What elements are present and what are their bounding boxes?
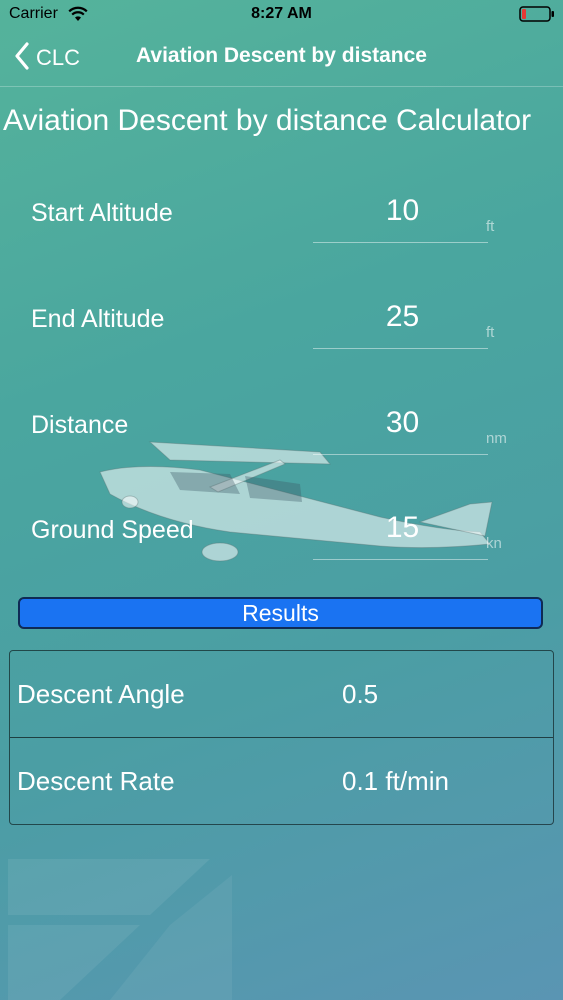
start-altitude-unit: ft xyxy=(486,218,495,235)
distance-input[interactable] xyxy=(313,405,492,441)
descent-angle-value: 0.5 xyxy=(342,679,379,709)
descent-rate-row: Descent Rate 0.1 ft/min xyxy=(10,737,553,825)
descent-angle-label: Descent Angle xyxy=(17,679,185,709)
start-altitude-row: Start Altitude ft xyxy=(0,193,563,279)
descent-rate-label: Descent Rate xyxy=(17,766,175,796)
ground-speed-input[interactable] xyxy=(313,510,492,546)
navigation-bar: CLC Aviation Descent by distance xyxy=(0,30,563,87)
start-altitude-input[interactable] xyxy=(313,193,492,229)
distance-row: Distance nm xyxy=(0,405,563,491)
start-altitude-label: Start Altitude xyxy=(31,199,173,227)
results-table: Descent Angle 0.5 Descent Rate 0.1 ft/mi… xyxy=(9,650,554,825)
descent-rate-value: 0.1 ft/min xyxy=(342,766,449,796)
distance-unit: nm xyxy=(486,430,507,447)
descent-angle-row: Descent Angle 0.5 xyxy=(10,651,553,738)
background-logo-icon xyxy=(8,859,232,1000)
start-altitude-underline xyxy=(313,242,488,243)
ground-speed-underline xyxy=(313,559,488,560)
end-altitude-underline xyxy=(313,348,488,349)
results-button[interactable]: Results xyxy=(18,597,543,629)
page-title: Aviation Descent by distance Calculator xyxy=(3,104,532,137)
status-bar: Carrier 8:27 AM xyxy=(0,0,563,30)
distance-label: Distance xyxy=(31,411,129,439)
ground-speed-unit: kn xyxy=(486,535,502,552)
nav-title: Aviation Descent by distance xyxy=(136,44,427,67)
end-altitude-label: End Altitude xyxy=(31,305,165,333)
ground-speed-row: Ground Speed kn xyxy=(0,510,563,596)
end-altitude-unit: ft xyxy=(486,324,495,341)
battery-icon xyxy=(519,6,555,27)
end-altitude-input[interactable] xyxy=(313,299,492,335)
status-time: 8:27 AM xyxy=(251,5,312,22)
end-altitude-row: End Altitude ft xyxy=(0,299,563,385)
ground-speed-label: Ground Speed xyxy=(31,516,194,544)
distance-underline xyxy=(313,454,488,455)
